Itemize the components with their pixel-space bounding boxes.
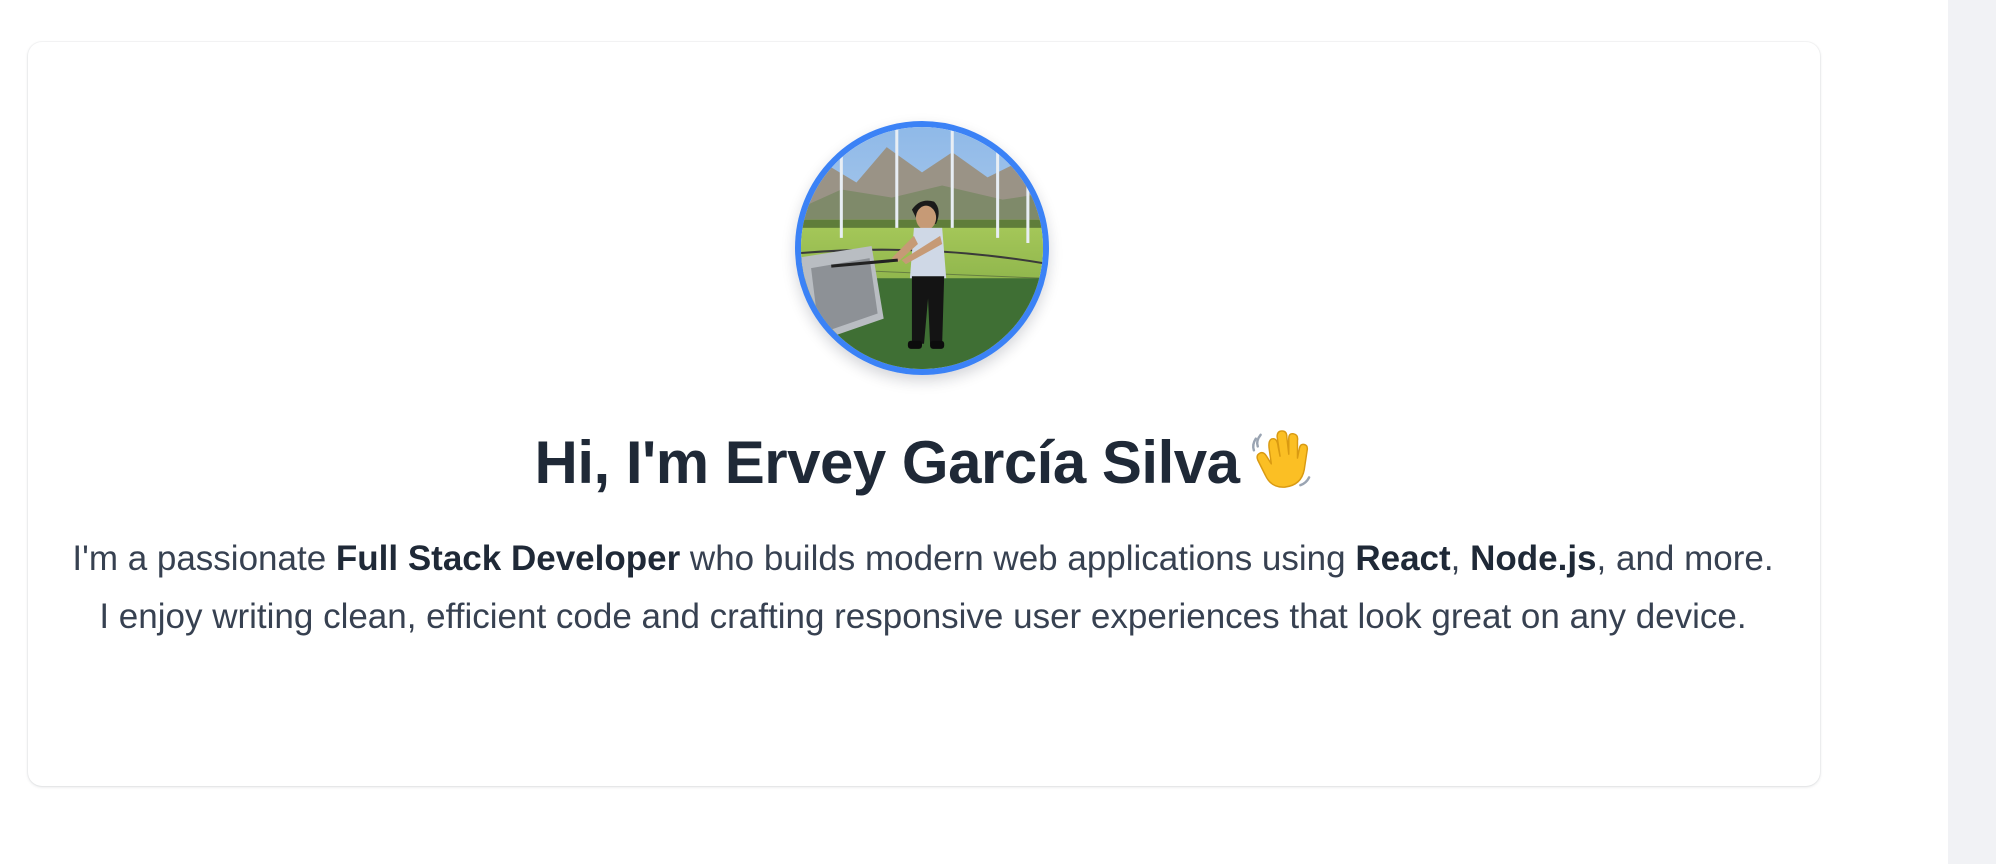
profile-photo	[801, 127, 1043, 369]
page-title: Hi, I'm Ervey García Silva	[0, 425, 1846, 501]
bio-tech-node: Node.js	[1470, 539, 1597, 578]
bio-role: Full Stack Developer	[335, 539, 681, 578]
bio-tech-react: React	[1355, 539, 1451, 578]
heading-text: Hi, I'm Ervey García Silva	[534, 429, 1240, 496]
bio-mid: who builds modern web applications using	[680, 539, 1356, 578]
bio-separator: ,	[1450, 539, 1471, 578]
waving-hand-icon	[1251, 430, 1310, 488]
avatar	[795, 121, 1049, 375]
page: Hi, I'm Ervey García Silva I'm a passion…	[0, 0, 1996, 864]
bio-intro: I'm a passionate	[72, 539, 336, 578]
bio-paragraph: I'm a passionate Full Stack Developer wh…	[72, 530, 1774, 646]
side-panel-edge	[1948, 0, 1996, 864]
